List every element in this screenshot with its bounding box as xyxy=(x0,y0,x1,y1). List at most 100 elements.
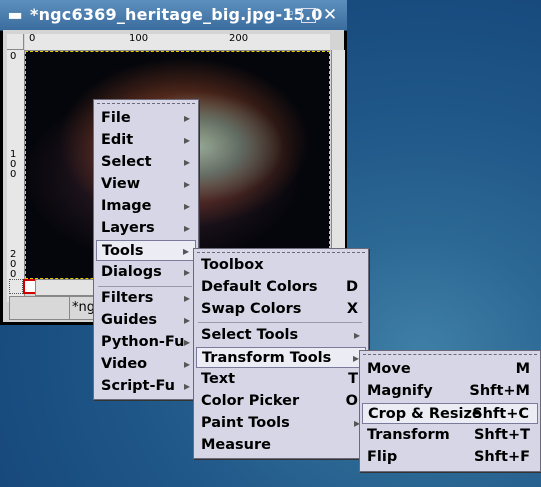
image-menu-item-image[interactable]: Image ▸ xyxy=(96,196,196,217)
menu-item-shortcut: M xyxy=(515,361,530,377)
menu-item-label: Move xyxy=(367,361,411,377)
tearoff-line[interactable] xyxy=(363,354,537,355)
menu-item-label: Paint Tools xyxy=(201,415,290,431)
ruler-h-tick: 0 xyxy=(29,33,36,44)
submenu-arrow-icon: ▸ xyxy=(183,111,190,125)
menu-item-shortcut: Shft+T xyxy=(473,427,530,443)
image-menu-item-file[interactable]: File ▸ xyxy=(96,108,196,129)
submenu-arrow-icon: ▸ xyxy=(183,221,190,235)
ruler-h-tick: 100 xyxy=(129,33,149,44)
tools-menu-item-measure[interactable]: Measure xyxy=(196,435,366,456)
menu-item-label: Select Tools xyxy=(201,327,299,343)
menu-item-label: Swap Colors xyxy=(201,301,302,317)
image-menu-item-view[interactable]: View ▸ xyxy=(96,174,196,195)
tools-menu-item-paint-tools[interactable]: Paint Tools ▸ xyxy=(196,413,366,434)
image-menu-item-dialogs[interactable]: Dialogs ▸ xyxy=(96,262,196,283)
menu-item-shortcut: X xyxy=(346,301,358,317)
tools-menu-item-toolbox[interactable]: Toolbox xyxy=(196,255,366,276)
horizontal-ruler[interactable]: 0 100 200 xyxy=(25,33,330,51)
menu-item-label: Video xyxy=(101,356,148,372)
tools-menu-item-color-picker[interactable]: Color Picker O xyxy=(196,391,366,412)
menu-item-label: Dialogs xyxy=(101,264,162,280)
menu-item-label: Transform xyxy=(367,427,450,443)
submenu-arrow-icon: ▸ xyxy=(183,291,190,305)
title-bar[interactable]: ▬ *ngc6369_heritage_big.jpg-15.0 ◦ ✕ xyxy=(0,0,347,31)
navigate-icon[interactable] xyxy=(9,279,23,294)
menu-item-label: Tools xyxy=(102,243,144,259)
menu-item-label: Toolbox xyxy=(201,257,264,273)
menu-item-shortcut: Shft+F xyxy=(473,449,530,465)
menu-item-label: Color Picker xyxy=(201,393,300,409)
submenu-arrow-icon: ▸ xyxy=(353,328,360,342)
ruler-v-tick: 200 xyxy=(10,249,17,280)
tools-menu: Toolbox Default Colors D Swap Colors X Select… xyxy=(193,248,369,459)
tearoff-line[interactable] xyxy=(97,103,195,104)
menu-item-label: Text xyxy=(201,371,236,387)
transform-menu-item-move[interactable]: Move M xyxy=(362,359,538,380)
menu-item-label: Edit xyxy=(101,132,134,148)
tools-menu-item-transform-tools[interactable]: Transform Tools ▸ xyxy=(196,347,366,368)
menu-item-label: Guides xyxy=(101,312,158,328)
vertical-ruler[interactable]: 0 100 200 xyxy=(7,50,25,302)
menu-item-label: Measure xyxy=(201,437,271,453)
submenu-arrow-icon: ▸ xyxy=(183,357,190,371)
tools-menu-item-default-colors[interactable]: Default Colors D xyxy=(196,277,366,298)
image-menu-item-select[interactable]: Select ▸ xyxy=(96,152,196,173)
menu-item-shortcut: Shft+C xyxy=(472,406,529,422)
menu-item-label: Layers xyxy=(101,220,155,236)
vertical-scrollbar[interactable] xyxy=(331,50,345,276)
window-title: *ngc6369_heritage_big.jpg-15.0 xyxy=(30,5,323,24)
image-menu-item-guides[interactable]: Guides ▸ xyxy=(96,310,196,331)
submenu-arrow-icon: ▸ xyxy=(183,335,190,349)
submenu-arrow-icon: ▸ xyxy=(183,177,190,191)
submenu-arrow-icon: ▸ xyxy=(183,313,190,327)
shade-icon[interactable]: ◦ xyxy=(282,6,300,24)
transform-menu-item-crop-and-resize[interactable]: Crop & Resize Shft+C xyxy=(362,403,538,424)
image-menu-item-layers[interactable]: Layers ▸ xyxy=(96,218,196,239)
ruler-v-tick: 0 xyxy=(10,51,17,62)
image-menu-item-video[interactable]: Video ▸ xyxy=(96,354,196,375)
menu-item-label: Default Colors xyxy=(201,279,318,295)
image-menu-item-tools[interactable]: Tools ▸ xyxy=(96,240,196,261)
tearoff-line[interactable] xyxy=(197,252,365,253)
tools-menu-item-select-tools[interactable]: Select Tools ▸ xyxy=(196,325,366,346)
unit-selector[interactable] xyxy=(9,296,71,320)
menu-item-label: Magnify xyxy=(367,383,433,399)
submenu-arrow-icon: ▸ xyxy=(183,199,190,213)
menu-separator xyxy=(198,322,362,323)
close-icon[interactable]: ✕ xyxy=(321,6,339,24)
image-menu-item-edit[interactable]: Edit ▸ xyxy=(96,130,196,151)
menu-item-label: Script-Fu xyxy=(101,378,175,394)
transform-menu-item-transform[interactable]: Transform Shft+T xyxy=(362,425,538,446)
menu-item-label: Filters xyxy=(101,290,154,306)
submenu-arrow-icon: ▸ xyxy=(183,133,190,147)
submenu-arrow-icon: ▸ xyxy=(182,244,189,258)
menu-item-shortcut: Shft+M xyxy=(469,383,530,399)
menu-item-shortcut: D xyxy=(345,279,358,295)
menu-item-label: Flip xyxy=(367,449,398,465)
submenu-arrow-icon: ▸ xyxy=(183,379,190,393)
image-menu-item-python-fu[interactable]: Python-Fu ▸ xyxy=(96,332,196,353)
menu-item-label: Select xyxy=(101,154,152,170)
maximize-icon[interactable] xyxy=(301,8,316,23)
menu-item-label: View xyxy=(101,176,141,192)
menu-item-label: Python-Fu xyxy=(101,334,185,350)
submenu-arrow-icon: ▸ xyxy=(183,265,190,279)
image-menu-item-filters[interactable]: Filters ▸ xyxy=(96,288,196,309)
menu-item-label: File xyxy=(101,110,131,126)
menu-item-label: Transform Tools xyxy=(202,350,332,366)
tools-menu-item-text[interactable]: Text T xyxy=(196,369,366,390)
ruler-v-tick: 100 xyxy=(10,149,17,180)
menu-item-shortcut: T xyxy=(348,371,358,387)
menu-item-shortcut: O xyxy=(345,393,358,409)
window-menu-icon[interactable]: ▬ xyxy=(6,6,24,24)
menu-separator xyxy=(98,286,192,287)
image-menu-item-script-fu[interactable]: Script-Fu ▸ xyxy=(96,376,196,397)
tools-menu-item-swap-colors[interactable]: Swap Colors X xyxy=(196,299,366,320)
transform-menu-item-magnify[interactable]: Magnify Shft+M xyxy=(362,381,538,402)
image-menu: File ▸ Edit ▸ Select ▸ View ▸ Image ▸ Layers ▸ Tools… xyxy=(93,99,199,400)
menu-item-label: Crop & Resize xyxy=(368,406,482,422)
navigate-icon[interactable] xyxy=(7,34,24,50)
submenu-arrow-icon: ▸ xyxy=(183,155,190,169)
transform-menu-item-flip[interactable]: Flip Shft+F xyxy=(362,447,538,468)
